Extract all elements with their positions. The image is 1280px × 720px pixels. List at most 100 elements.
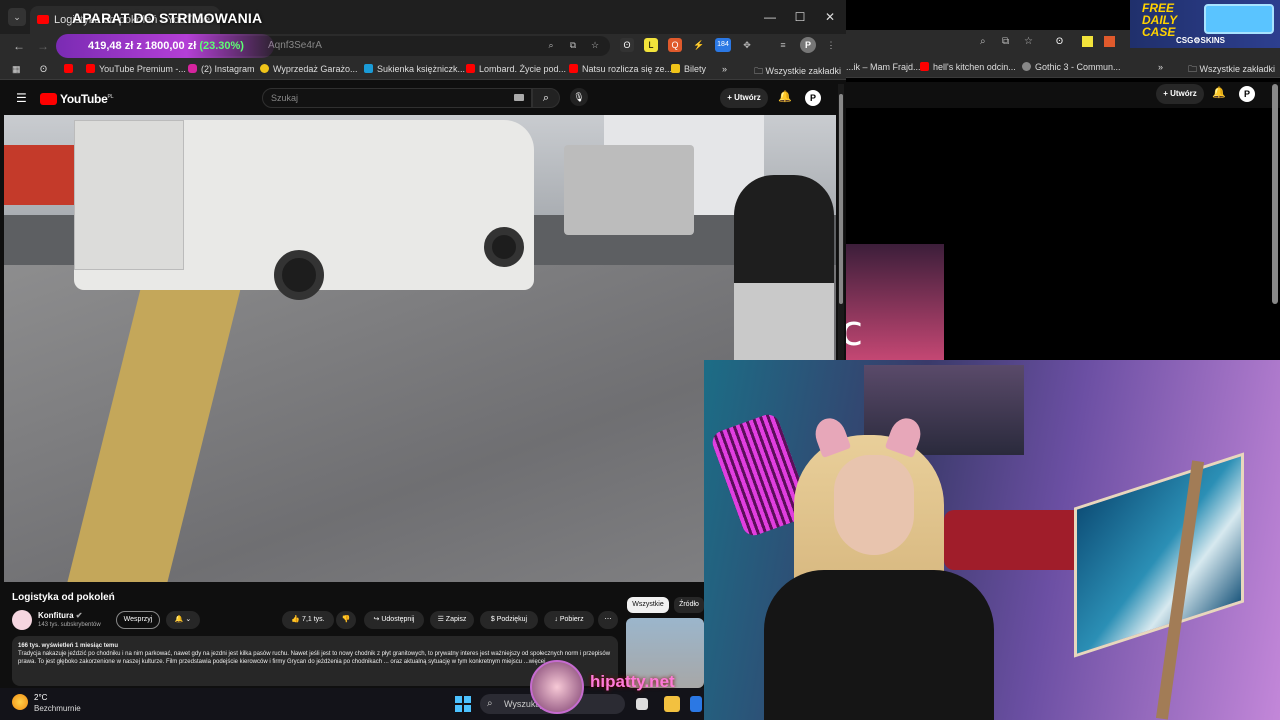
chip-source[interactable]: Źródło: [674, 597, 704, 613]
translate-icon[interactable]: ⚡: [692, 38, 706, 52]
extension-icon[interactable]: ʘ: [1056, 36, 1063, 46]
extension-badge[interactable]: 184: [715, 38, 731, 52]
voice-search-icon[interactable]: 🎙: [570, 88, 588, 106]
bookmark-item[interactable]: Natsu rozlicza się ze...: [569, 64, 672, 74]
search-button[interactable]: ⌕: [532, 88, 560, 108]
extension-icon[interactable]: [1104, 36, 1115, 47]
video-truck: [564, 145, 694, 235]
donation-goal: z 1800,00 zł: [136, 40, 197, 52]
more-actions-icon[interactable]: ⋯: [598, 611, 618, 629]
keyboard-icon[interactable]: [514, 94, 524, 101]
save-button[interactable]: ☰ Zapisz: [430, 611, 474, 629]
close-icon[interactable]: ✕: [820, 8, 840, 26]
streamer-handle: hipatty.net: [590, 672, 675, 691]
bookmarks-overflow-icon[interactable]: »: [1158, 62, 1163, 72]
case-icon: [1204, 4, 1274, 34]
bookmark-item[interactable]: Gothic 3 - Commun...: [1022, 62, 1121, 72]
notifications-bell-icon[interactable]: 🔔: [778, 90, 792, 103]
create-button[interactable]: + Utwórz: [720, 88, 768, 108]
bookmark-star-icon[interactable]: ☆: [588, 38, 602, 52]
page-scrollbar-thumb[interactable]: [839, 94, 843, 304]
hamburger-menu-icon[interactable]: ☰: [16, 91, 27, 105]
all-bookmarks-folder[interactable]: 🗀 Wszystkie zakładki: [754, 64, 841, 80]
tab-search-button[interactable]: ⌄: [8, 8, 26, 26]
extension-icon[interactable]: Q: [668, 38, 682, 52]
like-button[interactable]: 👍 7,1 tys.: [282, 611, 334, 629]
bookmark-item[interactable]: ...ik – Mam Frajd...: [846, 62, 921, 72]
youtube-logo[interactable]: YouTubePL: [40, 92, 114, 106]
video-van-wheel: [484, 227, 524, 267]
forward-icon[interactable]: →: [35, 38, 51, 54]
video-van-wheel: [274, 250, 324, 300]
media-control-icon[interactable]: ≡: [776, 38, 790, 52]
views-meta: 166 tys. wyświetleń 1 miesiąc temu: [18, 643, 119, 649]
store-icon[interactable]: [690, 696, 702, 712]
install-app-icon[interactable]: ⧉: [1002, 36, 1009, 47]
bookmark-item[interactable]: Bilety: [671, 64, 706, 74]
second-scrollbar[interactable]: [1272, 84, 1278, 304]
csgo-skins-ad[interactable]: FREE DAILY CASE CSG⚙SKINS: [1130, 0, 1280, 48]
create-button[interactable]: + Utwórz: [1156, 84, 1204, 104]
search-icon: ⌕: [542, 92, 550, 104]
webcam-streamer-face: [834, 455, 914, 555]
bookmarks-overflow-icon[interactable]: »: [722, 64, 727, 74]
all-bookmarks-folder[interactable]: 🗀 Wszystkie zakładki: [1188, 62, 1275, 78]
back-icon[interactable]: ←: [11, 38, 27, 54]
menu-kebab-icon[interactable]: ⋮: [824, 38, 838, 52]
video-van-door: [74, 120, 184, 270]
support-button[interactable]: Wesprzyj: [116, 611, 160, 629]
zoom-icon[interactable]: ⌕: [544, 38, 558, 52]
channel-avatar[interactable]: [12, 610, 32, 630]
install-app-icon[interactable]: ⧉: [566, 38, 580, 52]
thanks-button[interactable]: $ Podziękuj: [480, 611, 538, 629]
extension-icon[interactable]: L: [644, 38, 658, 52]
verified-icon: ✔: [75, 611, 83, 620]
video-title: Logistyka od pokoleń: [12, 592, 115, 603]
file-explorer-icon[interactable]: [664, 696, 680, 712]
weather-temperature[interactable]: 2°C: [34, 693, 47, 702]
chip-all[interactable]: Wszystkie: [627, 597, 669, 613]
bookmark-item[interactable]: hell's kitchen odcin...: [920, 62, 1016, 72]
dislike-icon[interactable]: 👎: [336, 611, 356, 629]
url-text: Aqnf3Se4rA: [268, 40, 322, 51]
profile-avatar[interactable]: P: [800, 37, 816, 53]
ad-text: FREE DAILY CASE: [1142, 1, 1178, 39]
minimize-icon[interactable]: —: [760, 8, 780, 26]
bookmark-item[interactable]: Sukienka księżniczk...: [364, 64, 465, 74]
bookmark-item[interactable]: (2) Instagram: [188, 64, 255, 74]
task-view-icon[interactable]: [636, 698, 648, 710]
share-button[interactable]: ↪ Udostępnij: [364, 611, 424, 629]
bookmark-item[interactable]: YouTube Premium -...: [86, 64, 186, 74]
logo-region: PL: [107, 94, 114, 100]
search-icon: ⌕: [487, 698, 493, 709]
extension-icon[interactable]: [1082, 36, 1093, 47]
bookmark-item[interactable]: Wyprzedaż Garażo...: [260, 64, 357, 74]
apps-grid-icon[interactable]: ▦: [12, 64, 21, 75]
extensions-puzzle-icon[interactable]: ✥: [740, 38, 754, 52]
bookmark-item[interactable]: Lombard. Życie pod...: [466, 64, 566, 74]
account-avatar[interactable]: P: [805, 90, 821, 106]
video-thumbnail-hits[interactable]: c hits: [846, 244, 944, 360]
maximize-icon[interactable]: ☐: [790, 8, 810, 26]
weather-condition[interactable]: Bezchmurnie: [34, 704, 81, 713]
webcam-sofa: [944, 510, 1094, 570]
bookmark-icon[interactable]: ʘ: [40, 64, 47, 74]
search-input[interactable]: Szukaj: [262, 88, 532, 108]
account-avatar[interactable]: P: [1239, 86, 1255, 102]
notifications-bell-icon[interactable]: 🔔: [1212, 86, 1226, 99]
webcam-streamer-body: [764, 570, 994, 720]
bookmark-youtube[interactable]: [64, 64, 77, 74]
donation-current: 419,48 zł: [88, 40, 134, 52]
donation-percent: (23.30%): [199, 40, 244, 52]
streamer-avatar-logo: [530, 660, 584, 714]
windows-start-icon[interactable]: [455, 696, 471, 712]
bookmark-star-icon[interactable]: ☆: [1024, 36, 1033, 47]
extension-icon[interactable]: ʘ: [620, 38, 634, 52]
channel-name[interactable]: Konfitura ✔: [38, 611, 83, 620]
notification-bell-dropdown[interactable]: 🔔 ⌄: [166, 611, 200, 629]
zoom-icon[interactable]: ⌕: [980, 36, 986, 47]
video-description[interactable]: 166 tys. wyświetleń 1 miesiąc temu Trady…: [12, 636, 618, 686]
download-button[interactable]: ↓ Pobierz: [544, 611, 594, 629]
channel-subscribers: 143 tys. subskrybentów: [38, 622, 101, 628]
weather-sun-icon[interactable]: [12, 694, 28, 710]
